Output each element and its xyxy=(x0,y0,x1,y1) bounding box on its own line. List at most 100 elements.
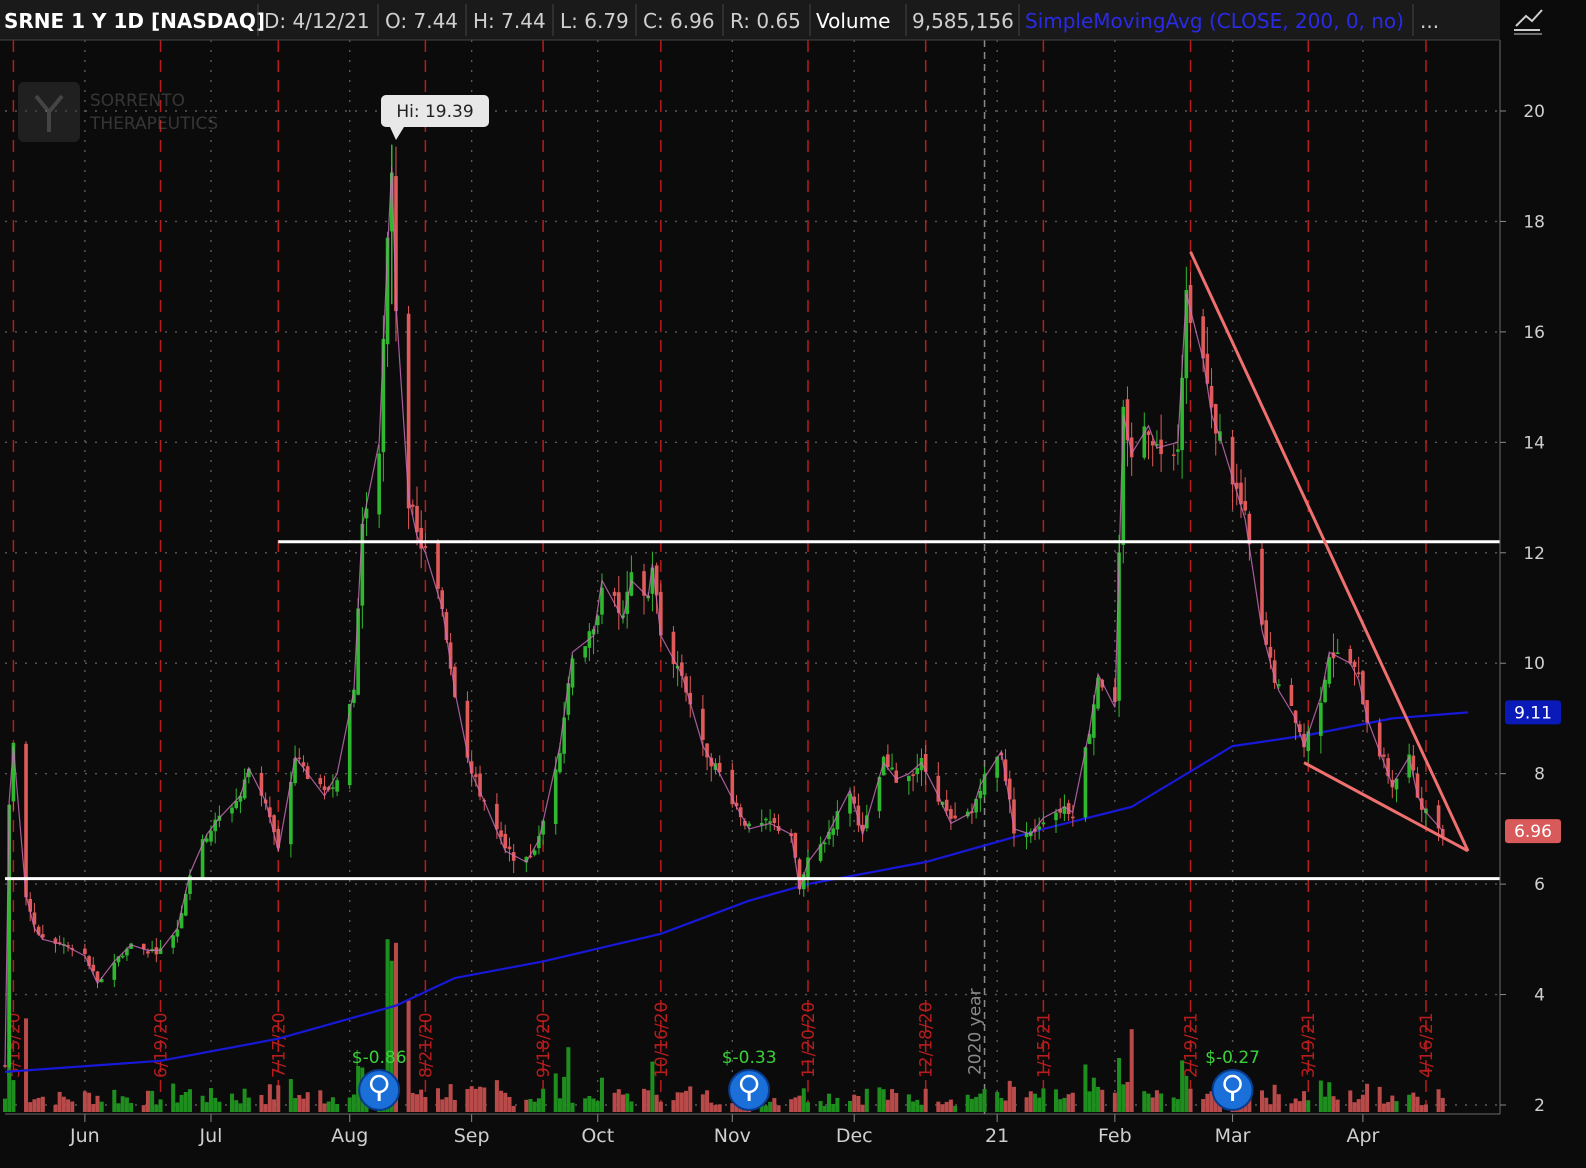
volume-bar xyxy=(82,1091,87,1112)
volume-bar xyxy=(3,1098,7,1112)
expiration-label: 4/16/21 xyxy=(1417,1012,1437,1078)
volume-bar xyxy=(124,1097,129,1112)
volume-bar xyxy=(1184,1076,1189,1112)
drawing-tools-icon[interactable] xyxy=(1505,2,1555,38)
volume-bar xyxy=(326,1101,331,1112)
volume-bar xyxy=(1306,1100,1311,1112)
volume-bar xyxy=(969,1098,974,1112)
volume-bar xyxy=(679,1092,684,1112)
candle-body xyxy=(1352,661,1357,668)
volume-bar xyxy=(1087,1091,1092,1112)
candle-body xyxy=(297,757,302,760)
more-button[interactable]: ... xyxy=(1420,9,1439,33)
volume-bar xyxy=(406,1000,411,1112)
candle-body xyxy=(612,591,617,596)
volume-bar xyxy=(818,1101,823,1112)
expiration-label: 8/21/20 xyxy=(416,1012,436,1078)
volume-bar xyxy=(1146,1093,1151,1112)
volume-bar xyxy=(629,1101,634,1112)
volume-bar xyxy=(1129,1029,1134,1112)
candle-body xyxy=(1071,816,1075,819)
volume-bar xyxy=(612,1092,617,1112)
candle-body xyxy=(953,815,957,819)
close-price-label: 6.96 xyxy=(1514,822,1552,842)
volume-bar xyxy=(1390,1095,1395,1112)
volume-bar xyxy=(1142,1091,1147,1112)
volume-bar xyxy=(835,1097,840,1112)
volume-bar xyxy=(1062,1097,1067,1112)
volume-bar xyxy=(848,1100,853,1112)
volume-bar xyxy=(288,1079,293,1112)
volume-bar xyxy=(175,1102,180,1112)
volume-bar xyxy=(1070,1092,1075,1112)
candle-body xyxy=(120,955,125,958)
candle-body xyxy=(474,774,478,777)
earnings-label: $-0.27 xyxy=(1205,1048,1260,1068)
volume-bar xyxy=(906,1094,911,1112)
volume-bar xyxy=(305,1092,310,1112)
volume-bar xyxy=(620,1094,625,1112)
volume-bar xyxy=(1180,1060,1185,1112)
volume-bar xyxy=(1381,1103,1386,1112)
chart-window: 2020 year 5/15/20 6/19/20 7/17/20 8/21/20 9/… xyxy=(0,0,1586,1168)
volume-bar xyxy=(414,1094,419,1112)
volume-bar xyxy=(532,1101,537,1112)
expiration-label: 7/17/20 xyxy=(269,1012,289,1078)
y-tick-label: 8 xyxy=(1534,765,1545,785)
range-readout: R: 0.65 xyxy=(730,9,801,33)
y-tick-label: 10 xyxy=(1523,654,1545,674)
sma-value-label: 9.11 xyxy=(1514,703,1552,723)
volume-bar xyxy=(70,1101,75,1112)
candle-body xyxy=(230,807,234,814)
volume-bar xyxy=(1171,1097,1176,1112)
candle-body xyxy=(495,803,499,830)
volume-bar xyxy=(1323,1096,1328,1112)
candle-body xyxy=(507,846,512,850)
volume-bar xyxy=(805,1102,810,1112)
candle-body xyxy=(318,778,323,785)
volume-bar xyxy=(1386,1102,1391,1112)
volume-bar xyxy=(1150,1097,1155,1112)
volume-bar xyxy=(179,1094,184,1112)
volume-bar xyxy=(860,1104,865,1112)
volume-bar xyxy=(877,1087,882,1112)
expiration-label: 2/19/21 xyxy=(1182,1012,1202,1078)
volume-bar xyxy=(1041,1088,1046,1112)
candle-body xyxy=(701,708,705,740)
open-readout: O: 7.44 xyxy=(385,9,458,33)
volume-bar xyxy=(145,1090,150,1112)
price-chart[interactable]: 2020 year 5/15/20 6/19/20 7/17/20 8/21/20 9/… xyxy=(0,0,1586,1168)
volume-bar xyxy=(995,1092,1000,1112)
volume-bar xyxy=(789,1099,794,1112)
volume-bar xyxy=(478,1086,483,1112)
candle-body xyxy=(322,786,327,791)
volume-bar xyxy=(1318,1080,1323,1112)
volume-bar xyxy=(330,1097,335,1112)
candle-body xyxy=(1041,822,1046,825)
volume-bar xyxy=(797,1095,802,1112)
candle-body xyxy=(1319,702,1323,736)
volume-bar xyxy=(419,1089,424,1112)
low-readout: L: 6.79 xyxy=(560,9,629,33)
candle-body xyxy=(558,753,562,773)
volume-bar xyxy=(1415,1096,1420,1112)
volume-bar xyxy=(1293,1098,1298,1112)
candle-body xyxy=(1260,548,1264,625)
expiration-label: 12/18/20 xyxy=(917,1002,937,1078)
expiration-label: 1/15/21 xyxy=(1034,1012,1054,1078)
candle-body xyxy=(768,821,772,823)
y-tick-label: 12 xyxy=(1523,544,1545,564)
symbol-label[interactable]: SRNE 1 Y 1D [NASDAQ] xyxy=(4,9,265,33)
study-label[interactable]: SimpleMovingAvg (CLOSE, 200, 0, no) xyxy=(1025,9,1404,33)
volume-bar xyxy=(53,1104,58,1112)
volume-bar xyxy=(566,1047,571,1112)
volume-bar xyxy=(1276,1094,1281,1112)
volume-bar xyxy=(776,1105,781,1112)
volume-bar xyxy=(499,1090,504,1112)
volume-bar xyxy=(944,1101,949,1112)
volume-bar xyxy=(1411,1092,1416,1112)
volume-bar xyxy=(923,1088,928,1112)
candle-body xyxy=(1335,652,1340,654)
volume-bar xyxy=(642,1088,647,1112)
volume-bar xyxy=(528,1099,533,1112)
